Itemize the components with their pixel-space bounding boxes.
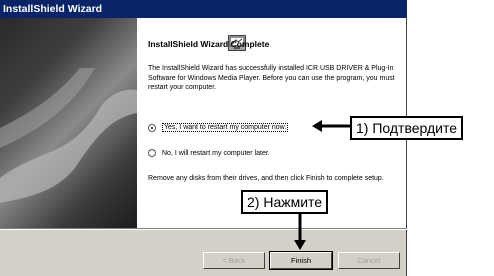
restart-now-label[interactable]: Yes, I want to restart my computer now. xyxy=(162,123,289,132)
dialog-body-text: The InstallShield Wizard has successfull… xyxy=(148,65,395,91)
restart-later-option[interactable]: No, I will restart my computer later. xyxy=(148,149,270,157)
button-separator xyxy=(0,228,407,230)
side-banner xyxy=(0,18,137,228)
banner-graphic xyxy=(0,68,137,203)
installshield-window: InstallShield Wizard InstallShield Wizar… xyxy=(0,0,407,276)
step2-callout: 2) Нажмите xyxy=(241,190,329,214)
step1-callout: 1) Подтвердите xyxy=(350,116,464,140)
radio-unselected-icon[interactable] xyxy=(148,149,156,157)
restart-now-option[interactable]: Yes, I want to restart my computer now. xyxy=(148,123,289,132)
dialog-heading: InstallShield Wizard Complete xyxy=(148,39,270,49)
cancel-button[interactable]: Cancel xyxy=(338,252,400,269)
radio-selected-icon[interactable] xyxy=(148,123,156,132)
back-button[interactable]: < Back xyxy=(203,252,265,269)
finish-button[interactable]: Finish xyxy=(269,251,333,270)
window-title: InstallShield Wizard xyxy=(0,0,407,18)
restart-later-label[interactable]: No, I will restart my computer later. xyxy=(162,150,270,157)
dialog-footer-text: Remove any disks from their drives, and … xyxy=(148,175,384,182)
